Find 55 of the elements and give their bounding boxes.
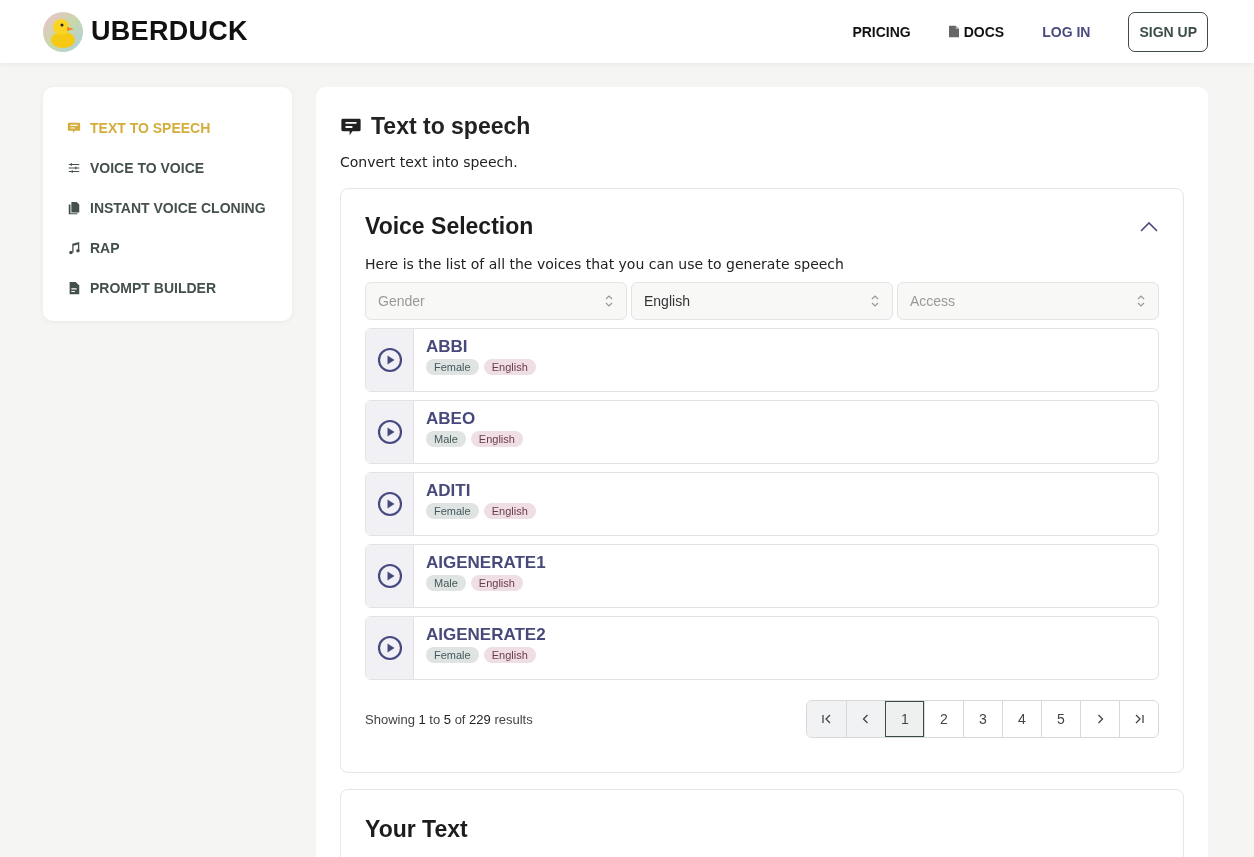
page-title: Text to speech xyxy=(371,113,531,140)
voice-name: AIGENERATE2 xyxy=(426,625,546,645)
voice-tag: English xyxy=(483,359,536,375)
voice-name: ABEO xyxy=(426,409,477,429)
documents-icon xyxy=(67,201,81,215)
voice-row[interactable]: AIGENERATE2 Female English xyxy=(365,616,1159,680)
sign-up-button[interactable]: SIGN UP xyxy=(1128,11,1208,52)
section-title: Voice Selection xyxy=(365,213,534,240)
play-icon[interactable] xyxy=(376,419,403,445)
voice-row[interactable]: ABEO Male English xyxy=(365,400,1159,464)
sidebar-item[interactable]: RAP xyxy=(67,229,268,267)
voice-tag: Female xyxy=(426,647,479,663)
voice-tag: English xyxy=(470,431,523,447)
play-icon[interactable] xyxy=(376,635,403,661)
nav-link[interactable]: LOG IN xyxy=(1042,23,1091,40)
speech-bubble-icon xyxy=(67,121,81,135)
voice-row[interactable]: ADITI Female English xyxy=(365,472,1159,536)
up-down-icon xyxy=(1136,293,1146,309)
up-down-icon xyxy=(604,293,614,309)
music-note-icon xyxy=(67,241,81,255)
filter-select[interactable]: English xyxy=(631,282,893,320)
sidebar-item[interactable]: PROMPT BUILDER xyxy=(67,269,268,307)
play-icon[interactable] xyxy=(376,347,403,373)
voice-name: AIGENERATE1 xyxy=(426,553,546,573)
nav-link[interactable]: PRICING xyxy=(852,23,911,40)
voice-tag: Male xyxy=(426,431,466,447)
nav-link[interactable]: DOCS xyxy=(948,23,1005,40)
voice-tag: Male xyxy=(426,575,466,591)
up-down-icon xyxy=(870,293,880,309)
voice-tag: English xyxy=(470,575,523,591)
page-button[interactable]: 1 xyxy=(885,701,924,737)
voice-tag: English xyxy=(483,503,536,519)
voice-name: ABBI xyxy=(426,337,469,357)
voice-row[interactable]: ABBI Female English xyxy=(365,328,1159,392)
document-icon xyxy=(67,281,81,295)
sliders-icon xyxy=(67,161,81,175)
voice-tag: English xyxy=(483,647,536,663)
first-page-icon xyxy=(820,713,833,725)
document-icon xyxy=(948,25,959,38)
page-subtitle: Convert text into speech. xyxy=(340,154,519,170)
voice-tag: Female xyxy=(426,359,479,375)
brand-name: UBERDUCK xyxy=(91,16,248,47)
voice-row[interactable]: AIGENERATE1 Male English xyxy=(365,544,1159,608)
duck-logo-icon xyxy=(43,11,83,52)
results-summary: Showing 1 to 5 of 229 results xyxy=(365,711,533,727)
voice-tag: Female xyxy=(426,503,479,519)
play-icon[interactable] xyxy=(376,491,403,517)
sidebar-item[interactable]: INSTANT VOICE CLONING xyxy=(67,189,268,227)
chevron-icon[interactable] xyxy=(1139,220,1159,233)
section-description: Here is the list of all the voices that you can use to generate speech xyxy=(365,256,845,272)
section-title: Your Text xyxy=(365,816,469,843)
play-icon[interactable] xyxy=(376,563,403,589)
voice-name: ADITI xyxy=(426,481,472,501)
sidebar-item[interactable]: VOICE TO VOICE xyxy=(67,149,268,187)
last-page-icon xyxy=(1133,713,1145,725)
